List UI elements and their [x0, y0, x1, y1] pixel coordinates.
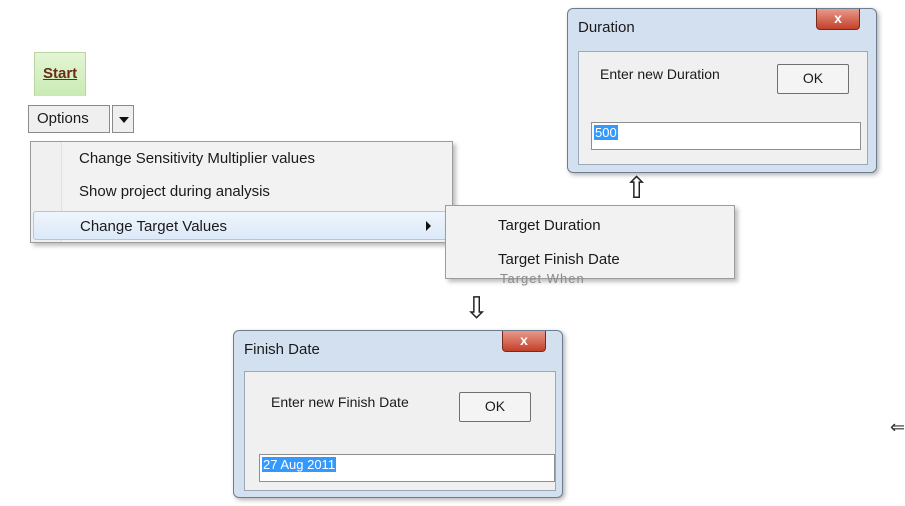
finish-date-dialog: Finish Date x Enter new Finish Date OK 2… [233, 330, 563, 498]
close-icon[interactable]: x [816, 9, 860, 30]
finish-date-value: 27 Aug 2011 [262, 457, 337, 472]
duration-dialog: Duration x Enter new Duration OK 500 [567, 8, 877, 173]
dialog-prompt: Enter new Finish Date [271, 394, 409, 410]
options-menu: Change Sensitivity Multiplier values Sho… [30, 141, 453, 243]
ok-button[interactable]: OK [777, 64, 849, 94]
ok-button[interactable]: OK [459, 392, 531, 422]
submenu-arrow-icon [426, 221, 431, 231]
submenu-item-label: Target Duration [498, 217, 601, 234]
up-arrow-icon: ⇧ [624, 172, 650, 205]
ghost-menu-text: Target When [500, 271, 585, 286]
submenu-item-target-finish-date[interactable]: Target Finish Date [446, 245, 734, 275]
chevron-down-icon [119, 117, 129, 123]
duration-value: 500 [594, 125, 618, 140]
target-values-submenu: Target Duration Target Finish Date [445, 205, 735, 279]
finish-date-input[interactable]: 27 Aug 2011 [259, 454, 555, 482]
menu-item-label: Show project during analysis [79, 183, 270, 200]
tab-start-label: Start [43, 65, 78, 82]
dialog-title: Finish Date [244, 341, 320, 358]
dialog-prompt: Enter new Duration [600, 66, 720, 82]
dialog-title: Duration [578, 19, 635, 36]
menu-item-label: Change Sensitivity Multiplier values [79, 150, 315, 167]
menu-item-show-project[interactable]: Show project during analysis [33, 177, 450, 206]
dialog-body: Enter new Finish Date OK 27 Aug 2011 [244, 371, 556, 491]
menu-item-change-target-values[interactable]: Change Target Values [33, 211, 450, 240]
left-arrow-icon: ⇐ [890, 417, 905, 437]
close-icon[interactable]: x [502, 331, 546, 352]
options-button[interactable]: Options [28, 105, 110, 133]
tab-start[interactable]: Start [34, 52, 86, 96]
duration-input[interactable]: 500 [591, 122, 861, 150]
options-dropdown-button[interactable] [112, 105, 134, 133]
submenu-item-target-duration[interactable]: Target Duration [446, 211, 734, 241]
menu-item-change-sensitivity[interactable]: Change Sensitivity Multiplier values [33, 144, 450, 173]
submenu-item-label: Target Finish Date [498, 251, 620, 268]
dialog-body: Enter new Duration OK 500 [578, 51, 868, 165]
menu-item-label: Change Target Values [80, 218, 228, 235]
down-arrow-icon: ⇩ [464, 292, 490, 325]
